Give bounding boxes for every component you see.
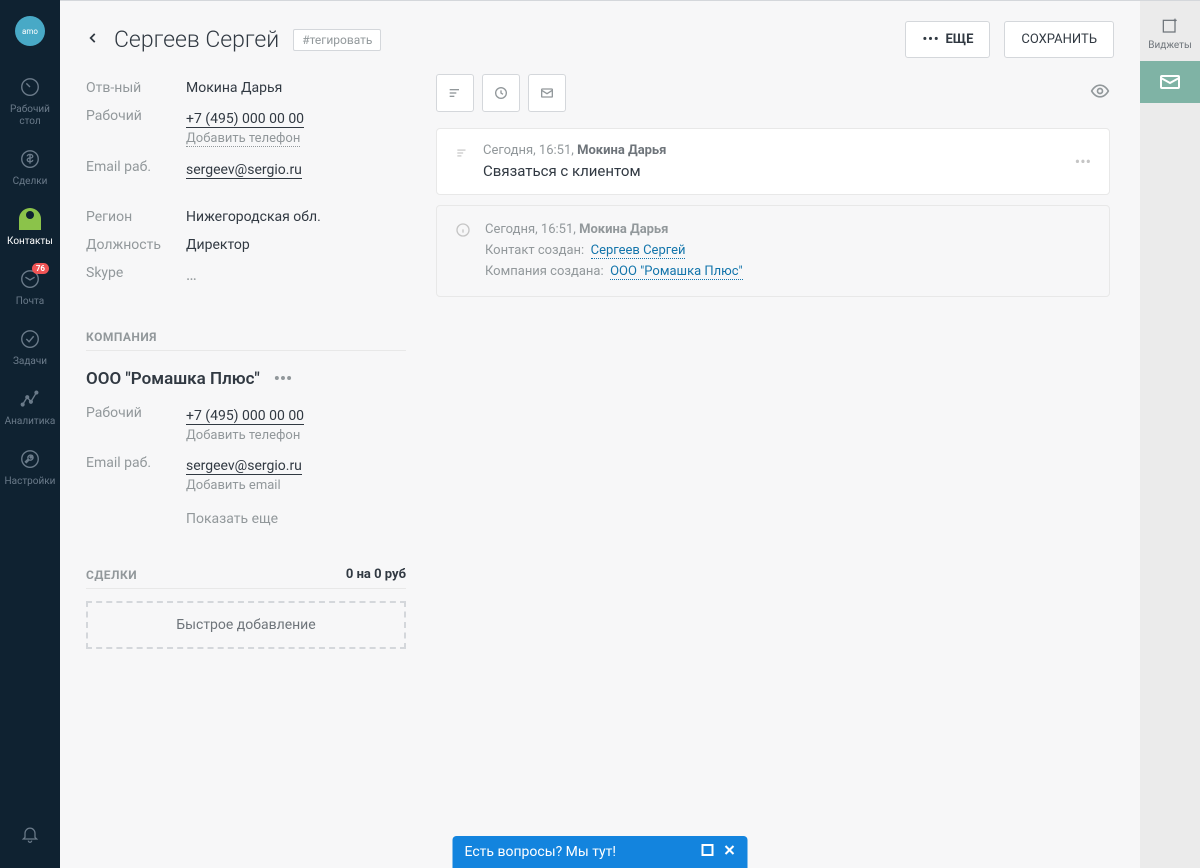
header: Сергеев Сергей #тегировать •••ЕЩЕ СОХРАН… [60,1,1140,74]
sys-line1: Контакт создан: Сергеев Сергей [485,241,743,262]
system-event-card: Сегодня, 16:51, Мокина Дарья Контакт соз… [436,205,1110,297]
info-icon [455,220,471,242]
company-name[interactable]: ООО "Ромашка Плюс" ••• [86,353,406,399]
tag-button[interactable]: #тегировать [293,29,381,51]
phone-link[interactable]: +7 (495) 000 00 00 [186,111,304,128]
add-phone-link[interactable]: Добавить телефон [186,131,300,147]
mail-button[interactable] [528,74,566,112]
chat-bar[interactable]: Есть вопросы? Мы тут! [453,836,748,868]
history-button[interactable] [482,74,520,112]
note-text: Связаться с клиентом [483,162,1061,180]
nav-dashboard[interactable]: Рабочий стол [0,64,60,136]
more-button[interactable]: •••ЕЩЕ [905,21,990,58]
money-icon [17,146,43,172]
company-section-title: КОМПАНИЯ [86,330,406,351]
show-more-link[interactable]: Показать еще [86,511,406,527]
email-link[interactable]: sergeev@sergio.ru [186,162,302,179]
mail-badge: 76 [32,263,49,274]
company-add-phone[interactable]: Добавить телефон [186,428,300,443]
nav-analytics[interactable]: Аналитика [0,376,60,436]
deals-title: СДЕЛКИ [86,568,137,582]
chat-close-icon[interactable] [724,844,736,860]
gauge-icon [17,74,43,100]
note-icon [455,143,469,164]
field-value-skype[interactable]: … [186,265,199,284]
deals-summary: 0 на 0 руб [346,567,406,582]
company-add-email[interactable]: Добавить email [186,478,281,493]
contact-created-link[interactable]: Сергеев Сергей [591,243,686,259]
nav-tasks[interactable]: Задачи [0,316,60,376]
back-arrow-icon[interactable] [86,30,100,49]
company-phone-link[interactable]: +7 (495) 000 00 00 [186,408,304,425]
note-card: Сегодня, 16:51, Мокина Дарья Связаться с… [436,128,1110,195]
company-email-link[interactable]: sergeev@sergio.ru [186,458,302,475]
field-label-phone: Рабочий [86,108,186,124]
mail-widget[interactable] [1140,61,1200,103]
right-rail: Виджеты [1140,0,1200,868]
main-area: Сергеев Сергей #тегировать •••ЕЩЕ СОХРАН… [60,0,1140,868]
sys-meta: Сегодня, 16:51, Мокина Дарья [485,220,743,241]
note-view-button[interactable] [436,74,474,112]
page-title: Сергеев Сергей [114,26,279,53]
field-label-skype: Skype [86,265,186,281]
nav-settings[interactable]: Настройки [0,436,60,496]
field-label-position: Должность [86,237,186,253]
deals-header: СДЕЛКИ 0 на 0 руб [86,567,406,589]
logo[interactable]: amo [15,16,45,46]
company-phone-label: Рабочий [86,405,186,421]
check-icon [17,326,43,352]
dots-icon: ••• [922,32,939,47]
left-sidebar: amo Рабочий стол Сделки Контакты 76 Почт… [0,0,60,868]
field-value-region[interactable]: Нижегородская обл. [186,209,321,225]
sys-line2: Компания создана: ООО "Ромашка Плюс" [485,262,743,283]
analytics-icon [17,386,43,412]
widgets-button[interactable]: Виджеты [1140,11,1200,61]
note-menu-icon[interactable]: ••• [1075,152,1091,171]
chat-expand-icon[interactable] [702,844,714,860]
nav-mail[interactable]: 76 Почта [0,256,60,316]
wrench-icon [17,446,43,472]
chat-text: Есть вопросы? Мы тут! [465,844,617,860]
visibility-icon[interactable] [1090,81,1110,105]
company-created-link[interactable]: ООО "Ромашка Плюс" [610,264,743,280]
company-menu-icon[interactable]: ••• [274,369,292,389]
note-meta: Сегодня, 16:51, Мокина Дарья [483,143,1061,158]
details-panel: Отв-ный Мокина Дарья Рабочий +7 (495) 00… [86,74,406,868]
field-label-region: Регион [86,209,186,225]
field-value-responsible[interactable]: Мокина Дарья [186,80,282,96]
field-label-responsible: Отв-ный [86,80,186,96]
notifications-icon[interactable] [0,804,60,868]
company-email-label: Email раб. [86,455,186,471]
quick-add-deal[interactable]: Быстрое добавление [86,601,406,649]
field-label-email: Email раб. [86,159,186,175]
save-button[interactable]: СОХРАНИТЬ [1004,21,1114,58]
feed-panel: Сегодня, 16:51, Мокина Дарья Связаться с… [436,74,1140,868]
nav-contacts[interactable]: Контакты [0,196,60,256]
field-value-position[interactable]: Директор [186,237,250,253]
nav-deals[interactable]: Сделки [0,136,60,196]
envelope-icon: 76 [17,266,43,292]
contacts-icon [17,206,43,232]
